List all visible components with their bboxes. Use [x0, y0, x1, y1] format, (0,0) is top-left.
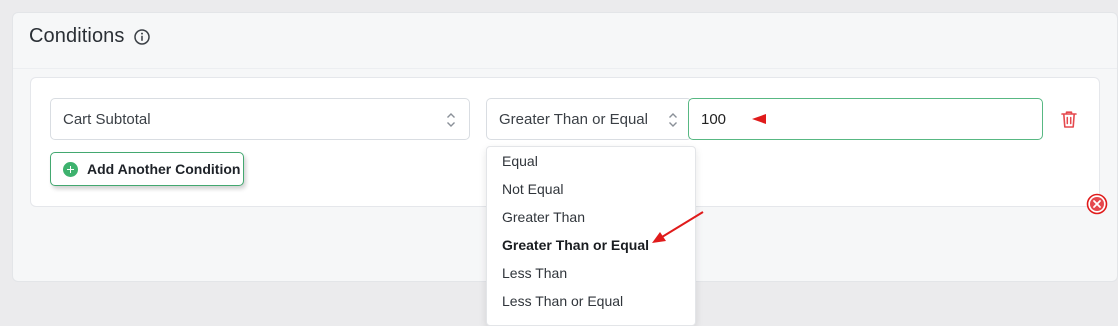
select-chevron-icon [445, 110, 457, 130]
condition-value-input[interactable] [688, 98, 1043, 140]
select-chevron-icon [667, 110, 679, 130]
add-another-condition-button[interactable]: Add Another Condition [50, 152, 244, 186]
condition-operator-select[interactable]: Greater Than or Equal [486, 98, 692, 140]
dropdown-option[interactable]: Not Equal [487, 175, 695, 203]
add-condition-label: Add Another Condition [87, 161, 241, 177]
panel-header: Conditions [29, 25, 151, 48]
panel-title: Conditions [29, 25, 125, 47]
dropdown-option[interactable]: Less Than or Equal [487, 287, 695, 315]
info-circle-icon[interactable] [133, 28, 151, 46]
header-divider [13, 68, 1117, 69]
operator-dropdown-menu: Equal Not Equal Greater Than Greater Tha… [486, 146, 696, 326]
plus-circle-icon [63, 161, 78, 177]
condition-field-select[interactable]: Cart Subtotal [50, 98, 470, 140]
dropdown-option[interactable]: Less Than [487, 259, 695, 287]
condition-field-value: Cart Subtotal [63, 110, 151, 128]
dropdown-option[interactable]: Equal [487, 147, 695, 175]
condition-operator-value: Greater Than or Equal [499, 110, 648, 128]
close-circle-icon[interactable] [1086, 193, 1108, 215]
dropdown-option-selected[interactable]: Greater Than or Equal [487, 231, 695, 259]
trash-icon[interactable] [1058, 108, 1080, 130]
dropdown-option[interactable]: Greater Than [487, 203, 695, 231]
